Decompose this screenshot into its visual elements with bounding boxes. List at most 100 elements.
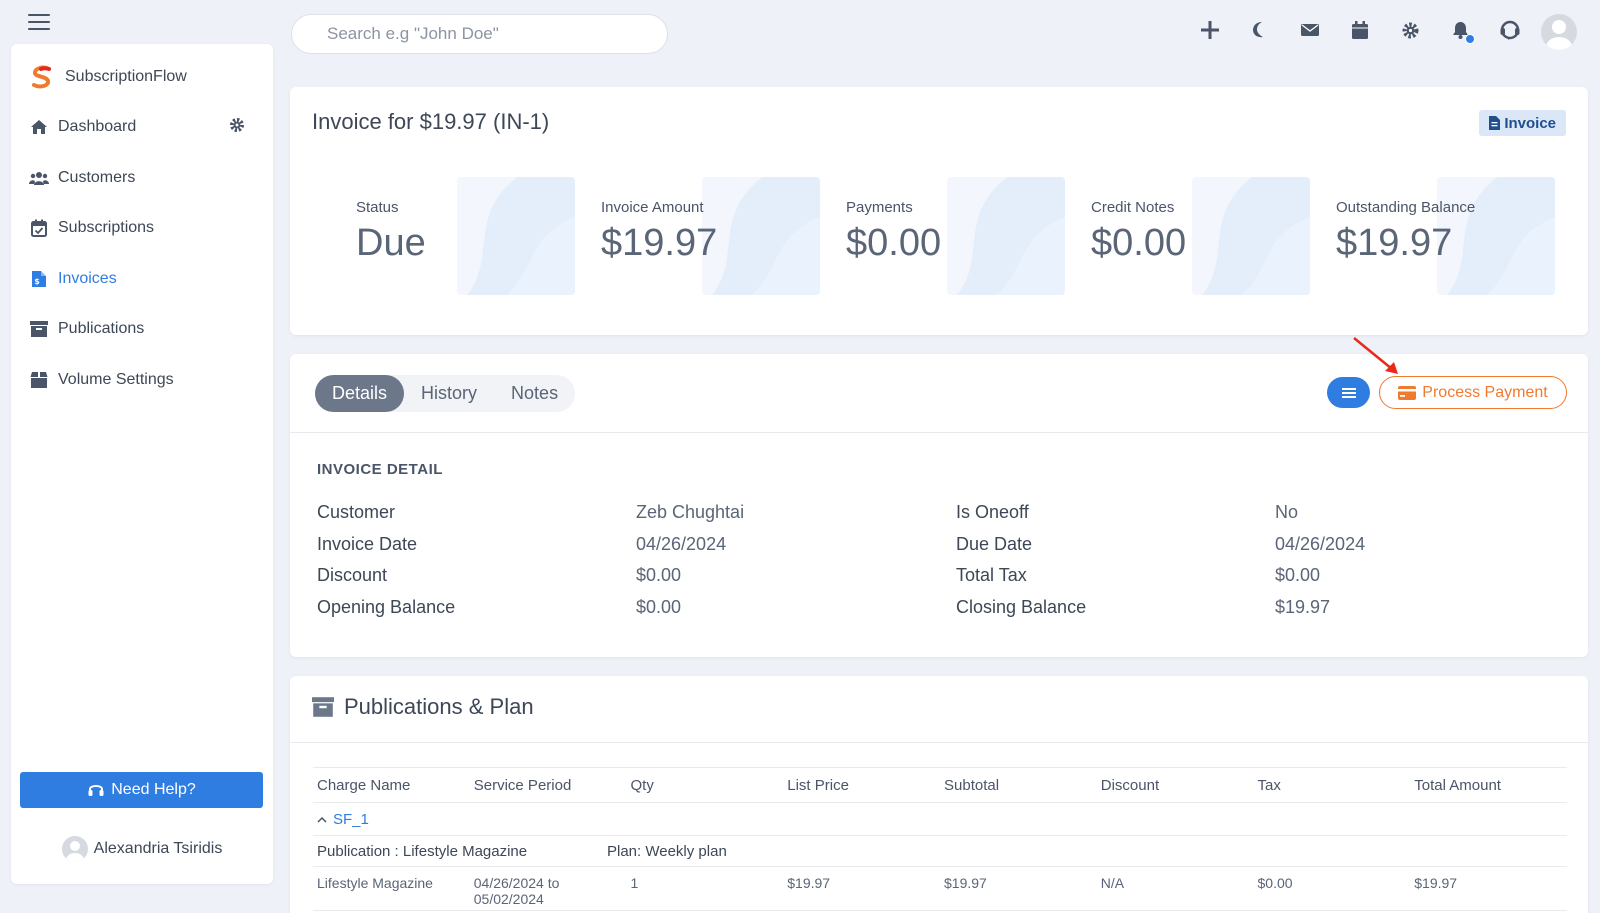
chevron-up-icon <box>317 816 327 823</box>
table-cell: $19.97 <box>944 875 987 891</box>
sidebar-item-label: Dashboard <box>58 118 137 136</box>
table-header-row: Charge Name Service Period Qty List Pric… <box>313 767 1567 803</box>
sidebar-item-subscriptions[interactable]: Subscriptions <box>11 203 273 254</box>
stat-status: Status Due <box>330 177 575 295</box>
need-help-label: Need Help? <box>111 781 196 798</box>
plus-icon[interactable] <box>1198 18 1222 42</box>
list-icon <box>1341 391 1356 394</box>
detail-value: 04/26/2024 <box>1275 533 1366 554</box>
annotation-arrow-icon <box>1353 337 1398 374</box>
invoice-badge-label: Invoice <box>1504 114 1556 132</box>
detail-label: Is Oneoff <box>956 502 1029 523</box>
stat-decoration <box>702 177 820 295</box>
tab-history[interactable]: History <box>404 375 494 412</box>
table-cell: 04/26/2024 to 05/02/2024 <box>473 875 560 907</box>
tab-details[interactable]: Details <box>315 375 405 412</box>
detail-tabs: Details History Notes <box>315 375 576 412</box>
top-toolbar <box>1198 18 1548 44</box>
avatar <box>61 836 88 862</box>
process-payment-button[interactable]: Process Payment <box>1379 376 1567 409</box>
group-toggle-row[interactable]: SF_1 <box>313 803 1567 836</box>
home-icon <box>29 117 49 137</box>
sidebar-item-label: Customers <box>58 168 136 186</box>
stat-value: Due <box>356 222 426 264</box>
support-headset-icon[interactable] <box>1498 18 1522 42</box>
detail-row: Opening Balance $0.00 Closing Balance $1… <box>317 592 1567 624</box>
stat-invoice-amount: Invoice Amount $19.97 <box>575 177 820 295</box>
stat-value: $0.00 <box>846 222 942 264</box>
page-title: Invoice for $19.97 (IN-1) <box>312 109 550 134</box>
column-header: List Price <box>787 776 849 794</box>
detail-row: Customer Zeb Chughtai Is Oneoff No <box>317 497 1567 529</box>
settings-gear-icon[interactable] <box>1398 18 1422 42</box>
sidebar-item-volume-settings[interactable]: Volume Settings <box>11 355 273 406</box>
sidebar-item-label: Subscriptions <box>58 219 155 237</box>
detail-label: Discount <box>317 565 388 586</box>
table-cell: Lifestyle Magazine <box>317 875 433 891</box>
sidebar-item-publications[interactable]: Publications <box>11 304 273 355</box>
section-heading: INVOICE DETAIL <box>317 461 443 478</box>
stat-label: Status <box>356 199 399 216</box>
calendar-check-icon <box>29 218 49 238</box>
gear-icon[interactable] <box>229 117 245 138</box>
tab-notes[interactable]: Notes <box>494 375 575 412</box>
sidebar-item-dashboard[interactable]: Dashboard <box>11 102 273 153</box>
invoice-stats: Status Due Invoice Amount $19.97 Payment… <box>330 177 1555 295</box>
sidebar-item-label: Volume Settings <box>58 370 174 388</box>
stat-value: $0.00 <box>1091 222 1187 264</box>
table-row: Lifestyle Magazine 04/26/2024 to 05/02/2… <box>313 867 1567 911</box>
document-icon <box>1489 116 1501 130</box>
charges-table: Charge Name Service Period Qty List Pric… <box>313 767 1567 911</box>
brand-name: SubscriptionFlow <box>65 68 187 85</box>
table-cell: 1 <box>630 875 639 891</box>
mail-icon[interactable] <box>1298 18 1322 42</box>
brand[interactable]: SubscriptionFlow <box>29 64 187 90</box>
stat-payments: Payments $0.00 <box>820 177 1065 295</box>
sidebar-item-label: Invoices <box>58 269 117 287</box>
stat-label: Outstanding Balance <box>1336 199 1476 216</box>
detail-value: $0.00 <box>636 565 682 586</box>
process-payment-label: Process Payment <box>1422 383 1548 401</box>
notification-dot <box>1465 34 1475 44</box>
search-input[interactable] <box>291 14 668 54</box>
menu-toggle-icon[interactable] <box>28 14 50 30</box>
stat-label: Payments <box>846 199 913 216</box>
column-header: Total Amount <box>1414 776 1501 794</box>
detail-value: No <box>1275 502 1299 523</box>
table-cell: N/A <box>1100 875 1125 891</box>
detail-value: 04/26/2024 <box>636 533 727 554</box>
invoice-detail-grid: Customer Zeb Chughtai Is Oneoff No Invoi… <box>317 497 1567 623</box>
detail-label: Closing Balance <box>956 596 1087 617</box>
sidebar-item-invoices[interactable]: $ Invoices <box>11 254 273 305</box>
publication-label: Publication : Lifestyle Magazine <box>317 842 528 860</box>
detail-label: Total Tax <box>956 565 1027 586</box>
column-header: Discount <box>1100 776 1160 794</box>
stat-decoration <box>947 177 1065 295</box>
detail-label: Invoice Date <box>317 533 418 554</box>
calendar-icon[interactable] <box>1348 18 1372 42</box>
detail-value: $0.00 <box>1275 565 1321 586</box>
publications-plan-card: Publications & Plan Charge Name Service … <box>290 676 1588 913</box>
actions-menu-button[interactable] <box>1327 377 1370 408</box>
moon-icon[interactable] <box>1248 18 1272 42</box>
user-avatar[interactable] <box>1541 14 1577 50</box>
stat-label: Credit Notes <box>1091 199 1175 216</box>
need-help-button[interactable]: Need Help? <box>20 772 263 808</box>
current-user[interactable]: Alexandria Tsiridis <box>11 836 273 862</box>
customer-link[interactable]: Zeb Chughtai <box>636 502 956 523</box>
stat-decoration <box>1437 177 1555 295</box>
box-icon <box>29 370 49 390</box>
sidebar-item-customers[interactable]: Customers <box>11 153 273 204</box>
archive-icon <box>29 319 49 339</box>
column-header: Tax <box>1257 776 1281 794</box>
bell-icon[interactable] <box>1448 18 1475 44</box>
column-header: Charge Name <box>317 776 411 794</box>
invoice-details-card: Details History Notes Process Payment IN… <box>290 337 1588 657</box>
sidebar-item-label: Publications <box>58 320 145 338</box>
detail-value: $0.00 <box>636 596 682 617</box>
credit-card-icon <box>1398 385 1417 400</box>
invoice-type-badge[interactable]: Invoice <box>1479 110 1566 136</box>
detail-value: $19.97 <box>1275 596 1331 617</box>
divider <box>290 432 1588 433</box>
table-cell: $19.97 <box>787 875 831 891</box>
